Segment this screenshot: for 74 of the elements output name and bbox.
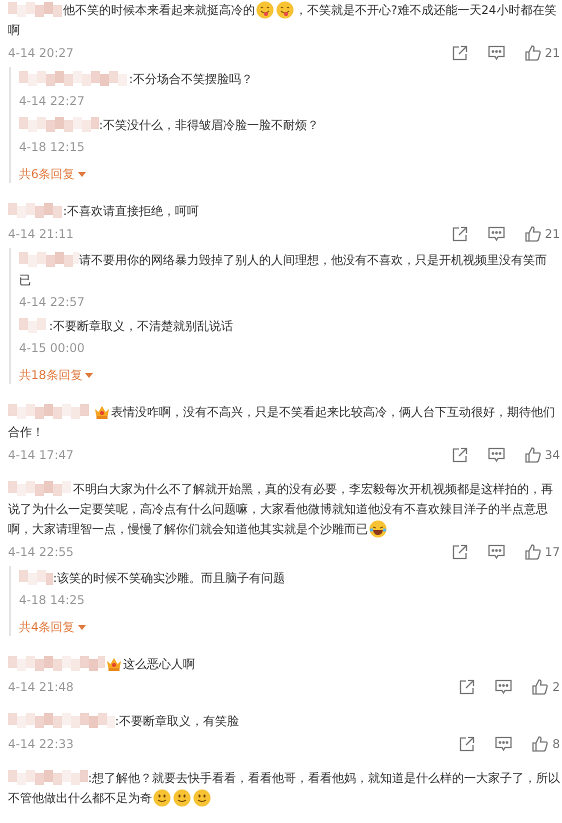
comment-date: 4-14 22:33 xyxy=(8,736,74,753)
share-icon[interactable] xyxy=(452,45,468,61)
comment-text: 合作！ xyxy=(8,424,44,440)
comment-text: 啊，大家请理智一点，慢慢了解你们就会知道他其实就是个沙雕而已 xyxy=(8,521,368,537)
comment-text: :不喜欢请直接拒绝，呵呵 xyxy=(63,203,199,219)
like-count: 8 xyxy=(552,736,560,753)
thumbs-up-icon[interactable] xyxy=(532,679,548,695)
crown-badge-icon xyxy=(106,656,122,672)
comment-date: 4-14 21:11 xyxy=(8,226,74,243)
crown-badge-icon xyxy=(94,404,110,420)
comment-text: :不笑没什么，非得皱眉冷脸一脸不耐烦？ xyxy=(99,117,319,133)
comment-text: 说了为什么一定要笑呢，高冷点有什么问题嘛，大家看他微博就知道他没有不喜欢辣目洋子的半点意思 xyxy=(8,501,548,517)
comment-date: 4-14 17:47 xyxy=(8,447,74,464)
comment-text: 不明白大家为什么不了解就开始黑，真的没有必要，李宏毅每次开机视频都是这样拍的，再 xyxy=(73,481,553,497)
share-icon[interactable] xyxy=(459,736,476,752)
comment-text: 这么恶心人啊 xyxy=(123,656,195,672)
reply-date: 4-18 12:15 xyxy=(19,139,85,156)
share-icon[interactable] xyxy=(459,679,476,695)
blurred-name-drawing xyxy=(19,318,49,334)
comment-text: 请不要用你的网络暴力毁掉了别人的人间理想，他没有不喜欢，只是开机视频里没有笑而 xyxy=(79,252,547,268)
smile-emoji-icon xyxy=(193,789,211,807)
blurred-name-drawing xyxy=(19,252,79,268)
thumbs-up-icon[interactable] xyxy=(532,736,548,752)
comment-icon[interactable] xyxy=(488,544,505,560)
comment-text: 啊 xyxy=(8,22,20,38)
comment-text: 已 xyxy=(19,272,31,288)
comment-text: :想了解他？就要去快手看看，看看他哥，看看他妈，就知道是什么样的一大家子了，所以 xyxy=(88,770,560,786)
smile-emoji-icon xyxy=(173,789,191,807)
like-count: 2 xyxy=(552,679,560,696)
smile-emoji-icon xyxy=(153,789,171,807)
blurred-name-drawing xyxy=(8,203,63,219)
comment-text: ，不笑就是不开心?难不成还能一天24小时都在笑 xyxy=(295,2,556,18)
caret-down-icon xyxy=(85,372,94,378)
like-count: 21 xyxy=(544,45,560,62)
comment-icon[interactable] xyxy=(488,447,505,463)
reply-date: 4-14 22:57 xyxy=(19,294,85,311)
comment-icon[interactable] xyxy=(488,45,505,61)
comment-text: :不要断章取义，有笑脸 xyxy=(115,713,239,729)
tongue-emoji-icon xyxy=(256,1,274,19)
more-replies-link[interactable]: 共18条回复 xyxy=(19,366,94,384)
comment-date: 4-14 22:55 xyxy=(8,544,74,561)
more-replies-link[interactable]: 共6条回复 xyxy=(19,165,86,183)
like-count: 34 xyxy=(544,447,560,464)
blurred-name-drawing xyxy=(8,481,73,497)
comment-icon[interactable] xyxy=(495,679,512,695)
caret-down-icon xyxy=(78,172,86,176)
blurred-name-drawing xyxy=(8,2,63,18)
like-count: 17 xyxy=(544,544,560,561)
caret-down-icon xyxy=(78,624,86,630)
comment-date: 4-14 21:48 xyxy=(8,679,74,696)
comment-text: 表情没咋啊，没有不高兴，只是不笑看起来比较高冷，俩人台下互动很好，期待他们 xyxy=(111,404,555,420)
thumbs-up-icon[interactable] xyxy=(524,226,541,242)
laughing-tears-emoji-icon xyxy=(369,520,387,538)
comment-text: 不管他做出什么都不足为奇 xyxy=(8,790,152,806)
tongue-emoji-icon xyxy=(276,1,294,19)
thumbs-up-icon[interactable] xyxy=(524,45,541,61)
reply-date: 4-18 14:25 xyxy=(19,592,85,609)
more-replies-link[interactable]: 共4条回复 xyxy=(19,618,86,636)
comment-date: 4-14 20:27 xyxy=(8,45,74,62)
blurred-name-drawing xyxy=(19,570,53,586)
reply-date: 4-15 00:00 xyxy=(19,340,85,357)
like-count: 21 xyxy=(544,226,560,243)
share-icon[interactable] xyxy=(452,447,468,463)
share-icon[interactable] xyxy=(452,544,468,560)
comment-text: :不分场合不笑摆脸吗？ xyxy=(129,71,253,87)
share-icon[interactable] xyxy=(452,226,468,242)
comment-icon[interactable] xyxy=(495,736,512,752)
thumbs-up-icon[interactable] xyxy=(524,447,541,463)
reply-date: 4-14 22:27 xyxy=(19,93,85,110)
comment-text: :不要断章取义，不清楚就别乱说话 xyxy=(49,318,233,334)
comment-text: 他不笑的时候本来看起来就挺高冷的 xyxy=(63,2,255,18)
comment-icon[interactable] xyxy=(488,226,505,242)
thumbs-up-icon[interactable] xyxy=(524,544,541,560)
comment-text: :该笑的时候不笑确实沙雕。而且脑子有问题 xyxy=(53,570,285,586)
